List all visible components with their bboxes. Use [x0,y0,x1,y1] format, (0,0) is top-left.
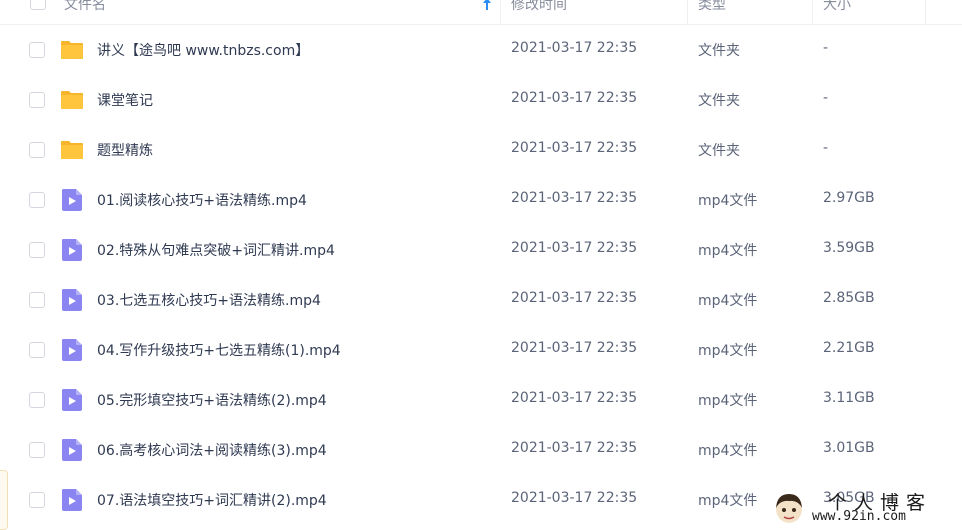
column-divider[interactable] [812,0,813,25]
video-file-icon [60,288,84,312]
row-checkbox[interactable] [29,342,45,358]
file-size: 3.11GB [823,390,875,406]
row-checkbox[interactable] [29,292,45,308]
file-type: 文件夹 [698,143,740,159]
file-row[interactable]: 03.七选五核心技巧+语法精练.mp4 2021-03-17 22:35 mp4… [0,275,962,325]
file-name[interactable]: 05.完形填空技巧+语法精练(2).mp4 [97,390,327,410]
file-size: 3.01GB [823,440,875,456]
file-type: mp4文件 [698,393,758,409]
column-header-type[interactable]: 类型 [698,0,726,25]
file-modified-date: 2021-03-17 22:35 [511,140,638,156]
file-row[interactable]: 01.阅读核心技巧+语法精练.mp4 2021-03-17 22:35 mp4文… [0,175,962,225]
file-size: - [823,90,829,106]
video-file-icon [60,438,84,462]
file-type: mp4文件 [698,293,758,309]
file-size: 2.21GB [823,340,875,356]
side-tab-handle[interactable] [0,470,8,530]
file-row[interactable]: 05.完形填空技巧+语法精练(2).mp4 2021-03-17 22:35 m… [0,375,962,425]
file-size: 2.97GB [823,190,875,206]
file-modified-date: 2021-03-17 22:35 [511,490,638,506]
row-checkbox[interactable] [29,142,45,158]
watermark: 个人博客 www.92in.com [770,488,962,530]
file-row[interactable]: 04.写作升级技巧+七选五精练(1).mp4 2021-03-17 22:35 … [0,325,962,375]
file-name[interactable]: 03.七选五核心技巧+语法精练.mp4 [97,290,321,310]
file-name[interactable]: 课堂笔记 [97,90,153,110]
column-header-modified[interactable]: 修改时间 [511,0,567,25]
folder-icon [60,88,84,112]
file-type: 文件夹 [698,93,740,109]
file-type: mp4文件 [698,243,758,259]
file-modified-date: 2021-03-17 22:35 [511,390,638,406]
file-modified-date: 2021-03-17 22:35 [511,340,638,356]
file-modified-date: 2021-03-17 22:35 [511,440,638,456]
file-name[interactable]: 07.语法填空技巧+词汇精讲(2).mp4 [97,490,327,510]
file-row[interactable]: 06.高考核心词法+阅读精练(3).mp4 2021-03-17 22:35 m… [0,425,962,475]
file-name[interactable]: 01.阅读核心技巧+语法精练.mp4 [97,190,307,210]
video-file-icon [60,338,84,362]
file-modified-date: 2021-03-17 22:35 [511,90,638,106]
file-modified-date: 2021-03-17 22:35 [511,240,638,256]
select-all-checkbox[interactable] [30,0,46,10]
column-divider[interactable] [500,0,501,25]
file-row[interactable]: 02.特殊从句难点突破+词汇精讲.mp4 2021-03-17 22:35 mp… [0,225,962,275]
video-file-icon [60,388,84,412]
file-modified-date: 2021-03-17 22:35 [511,290,638,306]
column-header-name[interactable]: 文件名 [64,0,106,25]
watermark-avatar-icon [776,494,802,523]
file-name[interactable]: 06.高考核心词法+阅读精练(3).mp4 [97,440,327,460]
file-name[interactable]: 02.特殊从句难点突破+词汇精讲.mp4 [97,240,335,260]
file-size: 2.85GB [823,290,875,306]
file-modified-date: 2021-03-17 22:35 [511,40,638,56]
folder-icon [60,38,84,62]
column-header-size[interactable]: 大小 [823,0,851,25]
file-name[interactable]: 04.写作升级技巧+七选五精练(1).mp4 [97,340,341,360]
file-name[interactable]: 讲义【途鸟吧 www.tnbzs.com】 [97,40,309,60]
row-checkbox[interactable] [29,192,45,208]
file-size: 3.59GB [823,240,875,256]
file-type: mp4文件 [698,443,758,459]
video-file-icon [60,188,84,212]
file-list-header: 文件名 修改时间 类型 大小 [0,0,962,25]
watermark-url: www.92in.com [812,509,906,524]
video-file-icon [60,238,84,262]
file-type: mp4文件 [698,493,758,509]
file-row[interactable]: 讲义【途鸟吧 www.tnbzs.com】 2021-03-17 22:35 文… [0,25,962,75]
row-checkbox[interactable] [29,242,45,258]
video-file-icon [60,488,84,512]
row-checkbox[interactable] [29,42,45,58]
file-modified-date: 2021-03-17 22:35 [511,190,638,206]
file-type: mp4文件 [698,193,758,209]
column-divider[interactable] [925,0,926,25]
file-row[interactable]: 题型精炼 2021-03-17 22:35 文件夹 - [0,125,962,175]
file-type: 文件夹 [698,43,740,59]
row-checkbox[interactable] [29,492,45,508]
file-row[interactable]: 课堂笔记 2021-03-17 22:35 文件夹 - [0,75,962,125]
file-size: - [823,40,829,56]
file-name[interactable]: 题型精炼 [97,140,153,160]
sort-ascending-icon[interactable] [480,0,494,10]
column-divider[interactable] [687,0,688,25]
row-checkbox[interactable] [29,92,45,108]
folder-icon [60,138,84,162]
row-checkbox[interactable] [29,442,45,458]
row-checkbox[interactable] [29,392,45,408]
file-size: - [823,140,829,156]
file-type: mp4文件 [698,343,758,359]
